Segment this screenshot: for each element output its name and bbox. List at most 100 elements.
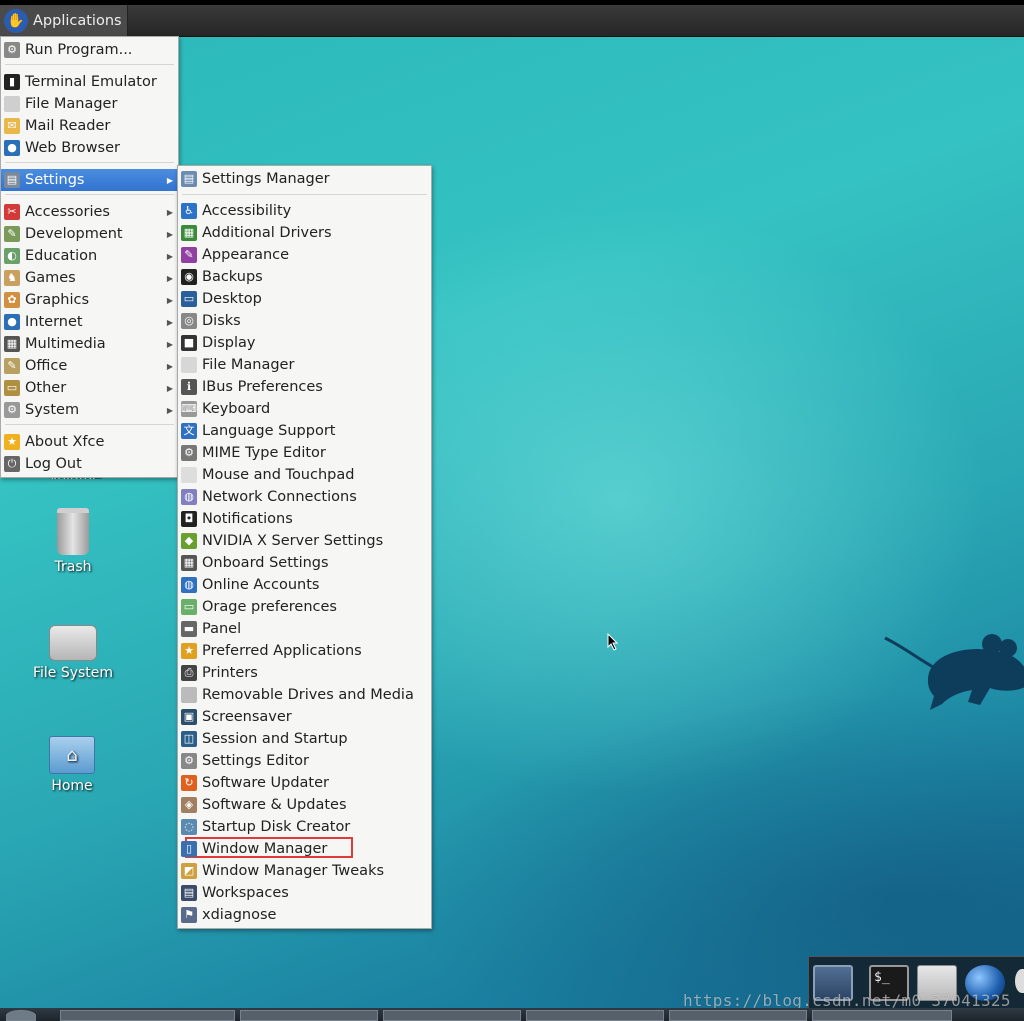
taskbar-item[interactable] [812, 1010, 952, 1021]
menu-item-development[interactable]: ✎ Development ▶ [1, 223, 178, 245]
bottom-taskbar [0, 1008, 1024, 1021]
settings-item-panel[interactable]: ▬ Panel [178, 618, 431, 640]
menu-item-label: Other [25, 380, 67, 396]
menu-item-label: Games [25, 270, 76, 286]
trash-desktop-icon[interactable]: Trash [28, 508, 118, 575]
settings-item-settings-editor[interactable]: ⚙ Settings Editor [178, 750, 431, 772]
menu-item-file-manager[interactable]: File Manager [1, 93, 178, 115]
taskbar-item[interactable] [60, 1010, 235, 1021]
menu-item-label: Window Manager [202, 841, 328, 857]
menu-item-internet[interactable]: ● Internet ▶ [1, 311, 178, 333]
menu-item-games[interactable]: ♞ Games ▶ [1, 267, 178, 289]
menu-item-settings[interactable]: ▤ Settings ▶ [1, 169, 178, 191]
settings-item-mime-type-editor[interactable]: ⚙ MIME Type Editor [178, 442, 431, 464]
menu-item-label: Development [25, 226, 123, 242]
menu-item-mail-reader[interactable]: ✉ Mail Reader [1, 115, 178, 137]
settings-item-screensaver[interactable]: ▣ Screensaver [178, 706, 431, 728]
home-desktop-icon[interactable]: ⌂ Home [27, 736, 117, 794]
settings-item-notifications[interactable]: ◘ Notifications [178, 508, 431, 530]
appearance-icon: ✎ [181, 247, 197, 263]
settings-item-orage-preferences[interactable]: ▭ Orage preferences [178, 596, 431, 618]
settings-item-ibus-preferences[interactable]: ℹ IBus Preferences [178, 376, 431, 398]
applications-menu-button[interactable]: ✋ Applications [0, 5, 128, 36]
menu-item-label: Session and Startup [202, 731, 348, 747]
keyboard-icon: ⌨ [181, 401, 197, 417]
menu-item-label: Printers [202, 665, 258, 681]
menu-item-education[interactable]: ◐ Education ▶ [1, 245, 178, 267]
file-system-desktop-icon[interactable]: File System [28, 625, 118, 681]
startup-disk-creator-icon: ◌ [181, 819, 197, 835]
settings-item-settings-manager[interactable]: ▤ Settings Manager [178, 168, 431, 190]
menu-item-multimedia[interactable]: ▦ Multimedia ▶ [1, 333, 178, 355]
applications-label: Applications [33, 12, 122, 29]
settings-item-onboard-settings[interactable]: ▦ Onboard Settings [178, 552, 431, 574]
settings-item-software-updates[interactable]: ◈ Software & Updates [178, 794, 431, 816]
menu-item-label: Appearance [202, 247, 290, 263]
settings-item-disks[interactable]: ◎ Disks [178, 310, 431, 332]
menu-separator [5, 64, 174, 65]
menu-item-log-out[interactable]: ⏻ Log Out [1, 453, 178, 475]
menu-item-about-xfce[interactable]: ★ About Xfce [1, 431, 178, 453]
multimedia-icon: ▦ [4, 336, 20, 352]
menu-item-label: Disks [202, 313, 241, 329]
menu-item-web-browser[interactable]: ● Web Browser [1, 137, 178, 159]
taskbar-item[interactable] [669, 1010, 807, 1021]
menu-item-office[interactable]: ✎ Office ▶ [1, 355, 178, 377]
settings-item-appearance[interactable]: ✎ Appearance [178, 244, 431, 266]
menu-item-label: Workspaces [202, 885, 289, 901]
trash-label: Trash [54, 559, 92, 575]
menu-item-system[interactable]: ⚙ System ▶ [1, 399, 178, 421]
settings-item-keyboard[interactable]: ⌨ Keyboard [178, 398, 431, 420]
development-icon: ✎ [4, 226, 20, 242]
menu-item-run-program[interactable]: ⚙ Run Program... [1, 39, 178, 61]
settings-item-xdiagnose[interactable]: ⚑ xdiagnose [178, 904, 431, 926]
workspaces-icon: ▤ [181, 885, 197, 901]
removable-drives-and-media-icon [181, 687, 197, 703]
settings-item-workspaces[interactable]: ▤ Workspaces [178, 882, 431, 904]
app-finder-icon[interactable] [1015, 969, 1024, 993]
menu-item-label: About Xfce [25, 434, 105, 450]
globe-icon: ● [4, 140, 20, 156]
menu-item-graphics[interactable]: ✿ Graphics ▶ [1, 289, 178, 311]
settings-item-removable-drives-and-media[interactable]: Removable Drives and Media [178, 684, 431, 706]
settings-item-language-support[interactable]: 文 Language Support [178, 420, 431, 442]
settings-item-preferred-applications[interactable]: ★ Preferred Applications [178, 640, 431, 662]
taskbar-item[interactable] [383, 1010, 521, 1021]
taskbar-item[interactable] [240, 1010, 378, 1021]
settings-item-online-accounts[interactable]: ◍ Online Accounts [178, 574, 431, 596]
settings-item-accessibility[interactable]: ♿ Accessibility [178, 200, 431, 222]
hard-drive-icon [49, 625, 97, 661]
settings-item-desktop[interactable]: ▭ Desktop [178, 288, 431, 310]
mime-type-editor-icon: ⚙ [181, 445, 197, 461]
settings-item-printers[interactable]: ⎙ Printers [178, 662, 431, 684]
settings-item-additional-drivers[interactable]: ▦ Additional Drivers [178, 222, 431, 244]
menu-item-label: xdiagnose [202, 907, 277, 923]
submenu-arrow-icon: ▶ [166, 229, 173, 239]
taskbar-item[interactable] [526, 1010, 664, 1021]
menu-item-label: Mail Reader [25, 118, 111, 134]
settings-item-mouse-and-touchpad[interactable]: Mouse and Touchpad [178, 464, 431, 486]
window-manager-icon: ▯ [181, 841, 197, 857]
menu-item-label: Preferred Applications [202, 643, 362, 659]
power-icon: ⏻ [4, 456, 20, 472]
settings-item-software-updater[interactable]: ↻ Software Updater [178, 772, 431, 794]
settings-item-file-manager[interactable]: File Manager [178, 354, 431, 376]
settings-item-backups[interactable]: ◉ Backups [178, 266, 431, 288]
menu-item-label: Screensaver [202, 709, 292, 725]
taskbar-item[interactable] [6, 1010, 36, 1021]
settings-item-nvidia-x-server-settings[interactable]: ◆ NVIDIA X Server Settings [178, 530, 431, 552]
mouse-and-touchpad-icon [181, 467, 197, 483]
settings-item-window-manager[interactable]: ▯ Window Manager [178, 838, 431, 860]
menu-item-label: Startup Disk Creator [202, 819, 351, 835]
menu-item-other[interactable]: ▭ Other ▶ [1, 377, 178, 399]
menu-item-accessories[interactable]: ✂ Accessories ▶ [1, 201, 178, 223]
settings-item-startup-disk-creator[interactable]: ◌ Startup Disk Creator [178, 816, 431, 838]
education-icon: ◐ [4, 248, 20, 264]
submenu-arrow-icon: ▶ [166, 251, 173, 261]
settings-item-session-and-startup[interactable]: ◫ Session and Startup [178, 728, 431, 750]
settings-item-network-connections[interactable]: ◍ Network Connections [178, 486, 431, 508]
menu-item-terminal-emulator[interactable]: ▮ Terminal Emulator [1, 71, 178, 93]
settings-item-display[interactable]: ■ Display [178, 332, 431, 354]
applications-menu: ⚙ Run Program... ▮ Terminal Emulator File Ma… [0, 36, 179, 478]
settings-item-window-manager-tweaks[interactable]: ◩ Window Manager Tweaks [178, 860, 431, 882]
